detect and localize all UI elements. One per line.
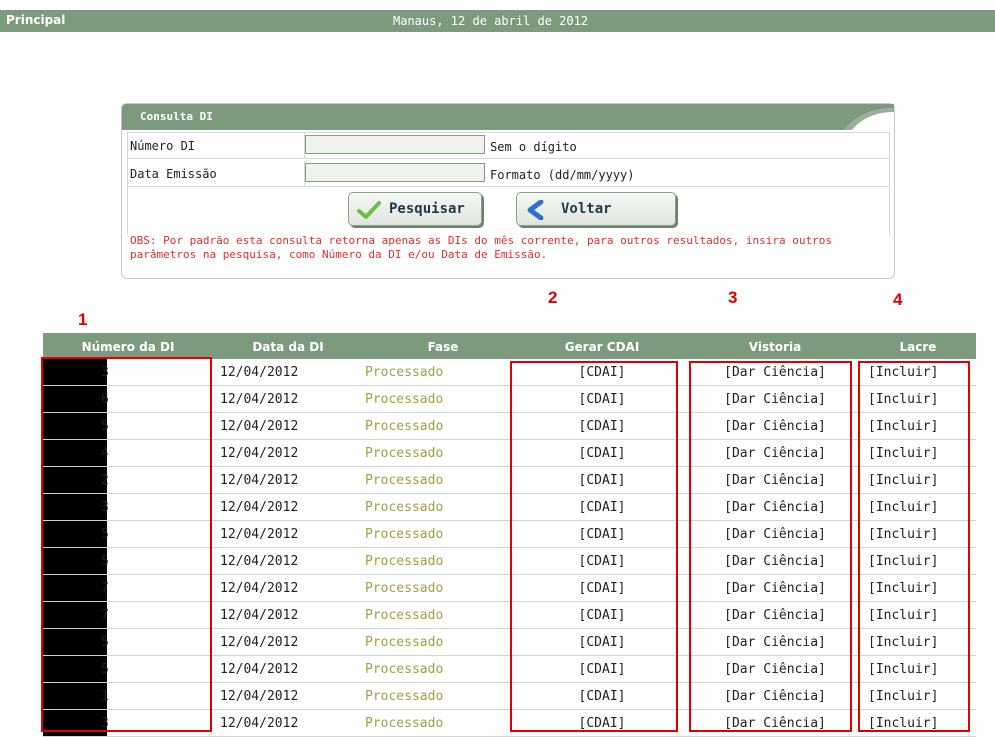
- fase-status: Processado: [365, 608, 444, 623]
- fase-status: Processado: [365, 581, 444, 596]
- di-date: 12/04/2012: [220, 419, 299, 434]
- numero-di-input[interactable]: [305, 135, 485, 154]
- pesquisar-button[interactable]: Pesquisar: [348, 192, 482, 226]
- highlight-box-1: [41, 357, 212, 732]
- di-date: 12/04/2012: [220, 554, 299, 569]
- annotation-2: 2: [548, 288, 558, 307]
- check-icon: [357, 200, 381, 224]
- fase-status: Processado: [365, 500, 444, 515]
- di-date: 12/04/2012: [220, 500, 299, 515]
- obs-note: OBS: Por padrão esta consulta retorna ap…: [130, 234, 832, 261]
- highlight-box-4: [858, 361, 970, 732]
- data-emissao-hint: Formato (dd/mm/yyyy): [490, 168, 635, 182]
- numero-di-label: Número DI: [130, 139, 196, 153]
- fase-status: Processado: [365, 635, 444, 650]
- voltar-button[interactable]: Voltar: [516, 192, 676, 226]
- table-header: Número da DI Data da DI Fase Gerar CDAI …: [43, 333, 976, 359]
- col-lacre[interactable]: Lacre: [868, 340, 968, 354]
- fase-status: Processado: [365, 554, 444, 569]
- di-date: 12/04/2012: [220, 365, 299, 380]
- numero-di-row: Número DI Sem o dígito: [127, 133, 890, 159]
- page-title: Principal: [6, 13, 66, 27]
- panel-header-shape: [122, 104, 894, 130]
- di-date: 12/04/2012: [220, 662, 299, 677]
- di-date: 12/04/2012: [220, 689, 299, 704]
- col-data-di[interactable]: Data da DI: [223, 340, 353, 354]
- col-numero-di[interactable]: Número da DI: [63, 340, 193, 354]
- numero-di-hint: Sem o dígito: [490, 140, 577, 154]
- header-date: Manaus, 12 de abril de 2012: [393, 14, 589, 28]
- voltar-label: Voltar: [561, 201, 612, 217]
- data-emissao-row: Data Emissão Formato (dd/mm/yyyy): [127, 161, 890, 187]
- fase-status: Processado: [365, 716, 444, 731]
- di-date: 12/04/2012: [220, 608, 299, 623]
- col-gerar-cdai[interactable]: Gerar CDAI: [521, 340, 683, 354]
- di-date: 12/04/2012: [220, 635, 299, 650]
- fase-status: Processado: [365, 419, 444, 434]
- back-arrow-icon: [525, 199, 547, 224]
- col-fase[interactable]: Fase: [383, 340, 503, 354]
- fase-status: Processado: [365, 365, 444, 380]
- data-emissao-label: Data Emissão: [130, 167, 217, 181]
- annotation-1: 1: [78, 310, 88, 329]
- di-date: 12/04/2012: [220, 527, 299, 542]
- col-vistoria[interactable]: Vistoria: [696, 340, 854, 354]
- top-bar: Principal Manaus, 12 de abril de 2012: [0, 10, 995, 32]
- data-emissao-input[interactable]: [305, 163, 485, 182]
- di-date: 12/04/2012: [220, 392, 299, 407]
- di-date: 12/04/2012: [220, 473, 299, 488]
- di-date: 12/04/2012: [220, 716, 299, 731]
- annotation-4: 4: [893, 290, 903, 309]
- search-panel: Consulta DI Número DI Sem o dígito Data …: [121, 103, 895, 279]
- di-date: 12/04/2012: [220, 446, 299, 461]
- fase-status: Processado: [365, 662, 444, 677]
- di-date: 12/04/2012: [220, 581, 299, 596]
- fase-status: Processado: [365, 446, 444, 461]
- annotation-3: 3: [728, 288, 738, 307]
- highlight-box-3: [689, 361, 852, 732]
- fase-status: Processado: [365, 689, 444, 704]
- pesquisar-label: Pesquisar: [389, 201, 465, 217]
- search-panel-header: Consulta DI: [122, 104, 894, 130]
- fase-status: Processado: [365, 473, 444, 488]
- fase-status: Processado: [365, 527, 444, 542]
- search-panel-title: Consulta DI: [140, 110, 213, 123]
- fase-status: Processado: [365, 392, 444, 407]
- highlight-box-2: [510, 361, 678, 732]
